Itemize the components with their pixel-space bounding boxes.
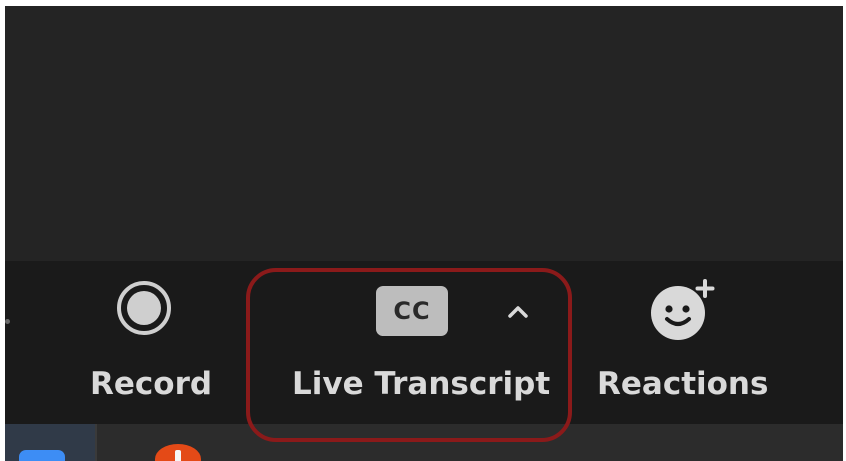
video-area — [5, 6, 843, 261]
os-taskbar — [5, 424, 843, 461]
chevron-up-icon[interactable] — [506, 304, 530, 320]
more-controls-indicator — [5, 319, 10, 324]
live-transcript-label[interactable]: Live Transcript — [292, 366, 550, 402]
record-label[interactable]: Record — [90, 366, 212, 402]
add-reaction-icon[interactable] — [642, 276, 716, 342]
record-icon[interactable] — [117, 281, 171, 335]
taskbar-divider — [95, 424, 97, 461]
closed-captions-icon[interactable]: CC — [376, 286, 448, 336]
taskbar-app-icon[interactable] — [155, 444, 201, 461]
reactions-label[interactable]: Reactions — [597, 366, 768, 402]
taskbar-app-icon[interactable] — [19, 450, 65, 461]
